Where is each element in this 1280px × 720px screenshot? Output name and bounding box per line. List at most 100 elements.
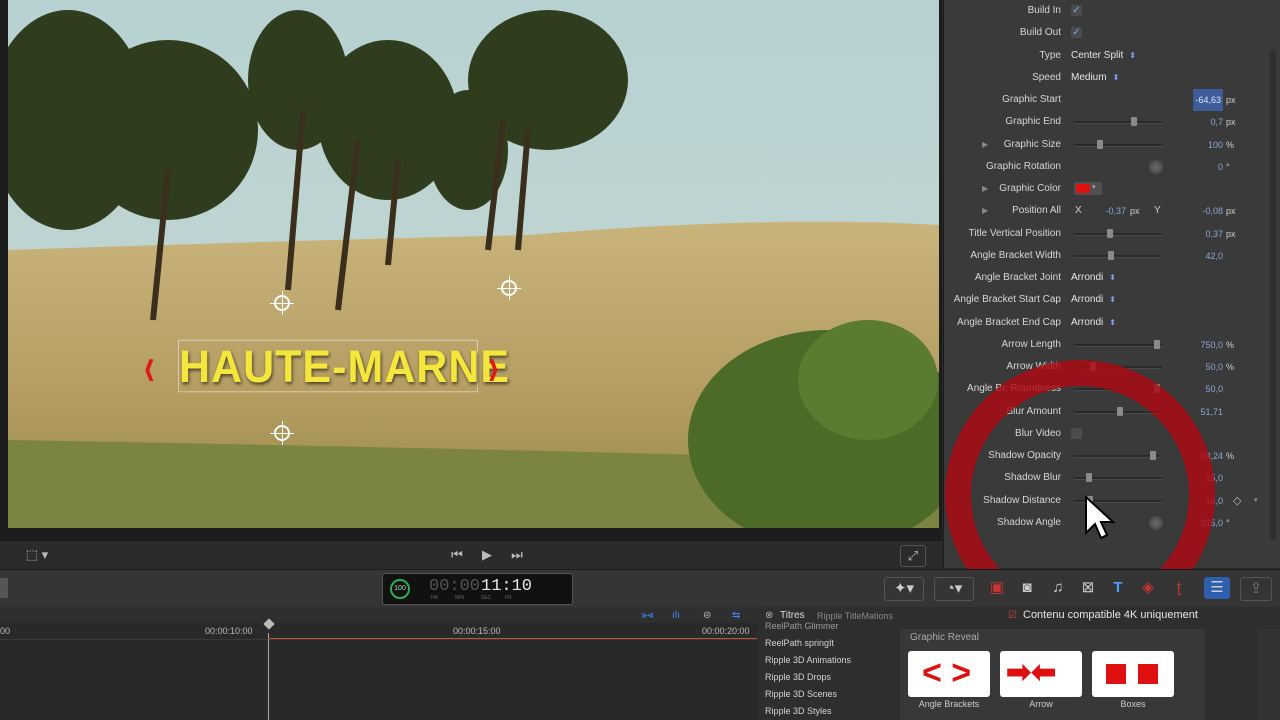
chevron-down-icon[interactable]: ▾ xyxy=(1254,490,1258,512)
position-all-row: ▶ Position All X -0,37 px Y -0,08 px xyxy=(944,200,1280,222)
list-item[interactable]: Ripple 3D Scenes xyxy=(765,689,837,699)
speed-label: Speed xyxy=(1032,72,1061,83)
position-y-value[interactable]: -0,08 xyxy=(1202,200,1223,222)
timeline[interactable]: ⫸⫷ ılı ⊜ ⇆ 00 00:00:10:00 00:00:15:00 00… xyxy=(0,607,757,720)
graphic-color-well[interactable]: ▾ xyxy=(1074,182,1102,195)
transitions-icon[interactable]: ⊠ xyxy=(1077,577,1099,599)
next-frame-icon[interactable]: ⏭ xyxy=(506,545,528,565)
popup-arrow-icon: ⬍ xyxy=(1112,73,1120,82)
position-x-value[interactable]: -0,37 xyxy=(1105,200,1126,222)
graphic-color-label: Graphic Color xyxy=(999,183,1061,194)
slider-knob[interactable] xyxy=(1154,340,1160,349)
themes-icon[interactable]: ʈ xyxy=(1168,577,1190,599)
slider-knob[interactable] xyxy=(1108,251,1114,260)
inspector-toggle-icon[interactable]: ☰ xyxy=(1204,577,1230,599)
snapping-icon[interactable]: ⇆ xyxy=(732,610,740,621)
ruler-tick: 00:00:15:00 xyxy=(453,626,501,636)
fullscreen-icon[interactable]: ⤢ xyxy=(900,545,926,567)
thumb-boxes[interactable] xyxy=(1092,651,1174,697)
graphic-end-slider[interactable] xyxy=(1074,117,1162,126)
timecode-display[interactable]: 100 00:00 11:10 HR MIN SEC FR xyxy=(382,573,573,605)
blur-amount-value[interactable]: 51,71 xyxy=(1200,401,1223,423)
thumb-angle-brackets[interactable]: < > xyxy=(908,651,990,697)
graphic-end-value[interactable]: 0,7 xyxy=(1210,111,1223,133)
arrow-length-slider[interactable] xyxy=(1074,340,1162,349)
arrow-width-value[interactable]: 50,0 xyxy=(1205,356,1223,378)
thumb-arrow[interactable]: ➡⬅ xyxy=(1000,651,1082,697)
angle-bracket-joint-label: Angle Bracket Joint xyxy=(974,272,1061,283)
share-icon[interactable]: ⇪ xyxy=(1240,577,1272,601)
onscreen-handle[interactable] xyxy=(270,421,294,445)
magic-wand-icon[interactable]: ✦▾ xyxy=(884,577,924,601)
waveform-icon[interactable]: ılı xyxy=(672,610,680,621)
angle-bracket-end-cap-value: Arrondi xyxy=(1071,317,1104,328)
slider-knob[interactable] xyxy=(1131,117,1137,126)
transform-menu-icon[interactable]: ⬚ ▾ xyxy=(20,545,54,565)
title-vertical-position-slider[interactable] xyxy=(1074,229,1162,238)
angle-bracket-end-cap-row: Angle Bracket End Cap Arrondi ⬍ xyxy=(944,312,1280,334)
graphic-size-slider[interactable] xyxy=(1074,140,1162,149)
build-in-checkbox[interactable]: ✓ xyxy=(1071,5,1082,16)
filter-4k-label[interactable]: Contenu compatible 4K uniquement xyxy=(1023,609,1198,621)
angle-bracket-width-slider[interactable] xyxy=(1074,251,1162,260)
rotation-dial[interactable] xyxy=(1149,160,1163,174)
generators-icon[interactable]: ◈ xyxy=(1137,577,1159,599)
graphic-rotation-unit: ° xyxy=(1226,162,1230,172)
angle-bracket-width-value[interactable]: 42,0 xyxy=(1205,245,1223,267)
graphic-start-value[interactable]: -64,63 xyxy=(1193,89,1223,111)
inspector-scrollbar[interactable] xyxy=(1270,50,1276,540)
disclosure-triangle-icon[interactable]: ▶ xyxy=(982,200,988,222)
camera-icon[interactable]: ◙ xyxy=(1016,577,1038,599)
list-item[interactable]: ReelPath springIt xyxy=(765,638,834,648)
music-icon[interactable]: ♫ xyxy=(1047,577,1069,599)
list-item[interactable]: Ripple 3D Styles xyxy=(765,706,832,716)
playhead-line[interactable] xyxy=(268,633,269,720)
list-item[interactable]: Ripple 3D Drops xyxy=(765,672,831,682)
arrow-length-unit: % xyxy=(1226,340,1235,350)
skimming-icon[interactable]: ⊜ xyxy=(703,610,711,621)
disclosure-triangle-icon[interactable]: ▶ xyxy=(982,134,988,156)
video-frame[interactable]: ‹ HAUTE-MARNE › xyxy=(8,0,939,528)
graphic-size-row: ▶ Graphic Size 100 % xyxy=(944,134,1280,156)
audio-waveform-icon[interactable]: ⫸⫷ xyxy=(642,610,653,621)
graphic-size-value[interactable]: 100 xyxy=(1208,134,1223,156)
percent-indicator: 100 xyxy=(390,579,410,599)
slider-knob[interactable] xyxy=(1107,229,1113,238)
title-overlay-text[interactable]: HAUTE-MARNE xyxy=(178,339,509,393)
onscreen-handle[interactable] xyxy=(497,276,521,300)
angle-bracket-end-cap-popup[interactable]: Arrondi ⬍ xyxy=(1071,312,1116,334)
graphic-rotation-value[interactable]: 0 xyxy=(1218,156,1223,178)
titles-icon[interactable]: T xyxy=(1107,577,1129,599)
mouse-cursor-icon xyxy=(1085,495,1116,540)
angle-bracket-start-cap-popup[interactable]: Arrondi ⬍ xyxy=(1071,289,1116,311)
type-popup[interactable]: Center Split ⬍ xyxy=(1071,45,1136,67)
browser-scrollbar[interactable] xyxy=(1258,629,1280,720)
slider-knob[interactable] xyxy=(1097,140,1103,149)
browser-tab-titles[interactable]: Titres xyxy=(780,610,805,621)
timecode-value: 11:10 xyxy=(481,577,533,596)
speed-popup[interactable]: Medium ⬍ xyxy=(1071,67,1119,89)
list-item[interactable]: Ripple 3D Animations xyxy=(765,655,851,665)
title-vertical-position-value[interactable]: 0,37 xyxy=(1205,223,1223,245)
effects-icon[interactable]: ▣ xyxy=(986,577,1008,599)
shadow-angle-unit: ° xyxy=(1226,518,1230,528)
angle-bracket-joint-value: Arrondi xyxy=(1071,272,1104,283)
retime-icon[interactable]: ◔▾ xyxy=(934,577,974,601)
play-icon[interactable]: ▶ xyxy=(476,545,498,565)
previous-frame-icon[interactable]: ⏮ xyxy=(446,545,468,565)
keyframe-icon[interactable]: ◇ xyxy=(1233,490,1241,512)
disclosure-triangle-icon[interactable]: ▶ xyxy=(982,178,988,200)
browser-breadcrumb: Ripple TitleMations xyxy=(817,611,894,621)
close-icon[interactable]: ⊗ xyxy=(765,610,773,621)
timecode-unit-min: MIN xyxy=(455,595,465,601)
build-out-checkbox[interactable]: ✓ xyxy=(1071,27,1082,38)
graphic-start-label: Graphic Start xyxy=(1002,94,1061,105)
toolbar-edge-button[interactable] xyxy=(0,578,8,598)
angle-bracket-joint-popup[interactable]: Arrondi ⬍ xyxy=(1071,267,1116,289)
angle-br-roundness-value[interactable]: 50,0 xyxy=(1205,378,1223,400)
ruler-tick: 00:00:10:00 xyxy=(205,626,253,636)
filter-checkbox[interactable]: ☑ xyxy=(1008,610,1017,621)
arrow-length-value[interactable]: 750,0 xyxy=(1200,334,1223,356)
onscreen-handle[interactable] xyxy=(270,291,294,315)
list-item[interactable]: ReelPath Glimmer xyxy=(765,621,839,631)
